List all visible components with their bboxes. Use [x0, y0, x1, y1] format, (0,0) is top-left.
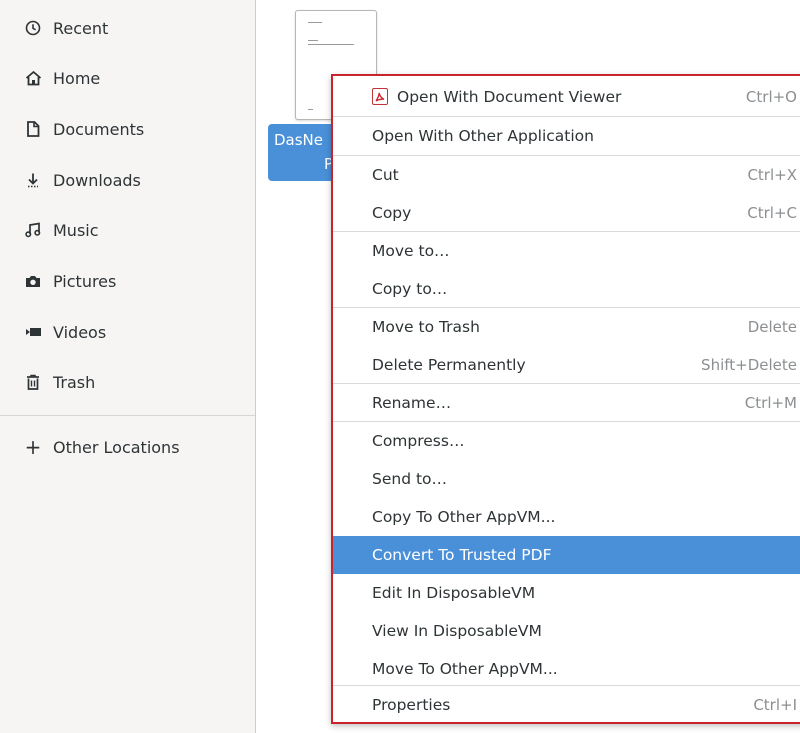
sidebar-item-label: Downloads [53, 170, 141, 190]
menu-item-label: Send to… [372, 470, 448, 488]
sidebar-item-label: Music [53, 220, 99, 240]
menu-item-label: Compress… [372, 432, 465, 450]
menu-item-label: Convert To Trusted PDF [372, 546, 552, 564]
menu-item-properties[interactable]: Properties Ctrl+I [333, 686, 800, 724]
places-sidebar: Recent Home Documents Downloads Music Pi… [0, 0, 256, 733]
menu-item-move-to-other-appvm[interactable]: Move To Other AppVM... [333, 650, 800, 688]
menu-item-label: Copy To Other AppVM... [372, 508, 556, 526]
sidebar-separator [0, 415, 255, 416]
menu-item-accelerator: Ctrl+M [744, 394, 797, 412]
sidebar-item-label: Documents [53, 119, 145, 139]
sidebar-item-label: Other Locations [53, 437, 180, 457]
sidebar-item-documents[interactable]: Documents [0, 104, 255, 154]
menu-item-accelerator: Ctrl+I [753, 696, 797, 714]
plus-icon: + [24, 435, 42, 459]
clock-icon [24, 19, 42, 37]
menu-item-label: View In DisposableVM [372, 622, 542, 640]
menu-item-accelerator: Ctrl+X [747, 166, 797, 184]
menu-item-send-to[interactable]: Send to… [333, 460, 800, 498]
menu-item-accelerator: Ctrl+C [747, 204, 797, 222]
menu-item-label: Move to Trash [372, 318, 480, 336]
download-icon [24, 171, 42, 189]
document-icon [24, 120, 42, 138]
sidebar-item-pictures[interactable]: Pictures [0, 256, 255, 306]
menu-item-copy-to[interactable]: Copy to… [333, 270, 800, 308]
menu-item-move-to[interactable]: Move to… [333, 232, 800, 270]
menu-item-cut[interactable]: Cut Ctrl+X [333, 156, 800, 194]
sidebar-item-recent[interactable]: Recent [0, 3, 255, 53]
menu-item-label: Open With Document Viewer [397, 88, 622, 106]
menu-item-delete-permanently[interactable]: Delete Permanently Shift+Delete [333, 346, 800, 384]
context-menu: Open With Document Viewer Ctrl+O Open Wi… [331, 74, 800, 724]
menu-item-label: Open With Other Application [372, 127, 594, 145]
file-name-line1: DasNe [274, 131, 324, 149]
trash-icon [24, 373, 42, 391]
menu-item-open-with-document-viewer[interactable]: Open With Document Viewer Ctrl+O [333, 78, 800, 116]
sidebar-item-music[interactable]: Music [0, 205, 255, 255]
menu-item-view-in-disposablevm[interactable]: View In DisposableVM [333, 612, 800, 650]
menu-item-edit-in-disposablevm[interactable]: Edit In DisposableVM [333, 574, 800, 612]
menu-item-label: Rename… [372, 394, 452, 412]
home-icon [24, 69, 42, 87]
sidebar-item-other-locations[interactable]: + Other Locations [0, 422, 255, 472]
sidebar-item-trash[interactable]: Trash [0, 357, 255, 407]
video-icon [24, 323, 42, 341]
camera-icon [24, 272, 42, 290]
menu-item-rename[interactable]: Rename… Ctrl+M [333, 384, 800, 422]
menu-item-label: Copy to… [372, 280, 448, 298]
menu-item-accelerator: Ctrl+O [745, 88, 797, 106]
menu-item-compress[interactable]: Compress… [333, 422, 800, 460]
menu-item-convert-to-trusted-pdf[interactable]: Convert To Trusted PDF [333, 536, 800, 574]
sidebar-item-label: Trash [53, 372, 96, 392]
menu-item-label: Properties [372, 696, 451, 714]
sidebar-item-label: Videos [53, 322, 107, 342]
menu-item-move-to-trash[interactable]: Move to Trash Delete [333, 308, 800, 346]
pdf-viewer-icon [372, 88, 388, 105]
menu-item-open-with-other-application[interactable]: Open With Other Application [333, 117, 800, 155]
menu-item-label: Move To Other AppVM... [372, 660, 558, 678]
sidebar-item-label: Home [53, 68, 101, 88]
menu-item-accelerator: Delete [747, 318, 797, 336]
sidebar-item-downloads[interactable]: Downloads [0, 155, 255, 205]
sidebar-item-home[interactable]: Home [0, 53, 255, 103]
menu-item-accelerator: Shift+Delete [701, 356, 797, 374]
sidebar-item-label: Recent [53, 18, 109, 38]
menu-item-copy[interactable]: Copy Ctrl+C [333, 194, 800, 232]
menu-item-label: Delete Permanently [372, 356, 526, 374]
menu-item-label: Edit In DisposableVM [372, 584, 536, 602]
menu-item-label: Cut [372, 166, 399, 184]
menu-item-copy-to-other-appvm[interactable]: Copy To Other AppVM... [333, 498, 800, 536]
menu-item-label: Move to… [372, 242, 450, 260]
menu-item-label: Copy [372, 204, 412, 222]
sidebar-item-videos[interactable]: Videos [0, 307, 255, 357]
music-icon [24, 221, 42, 239]
sidebar-item-label: Pictures [53, 271, 117, 291]
